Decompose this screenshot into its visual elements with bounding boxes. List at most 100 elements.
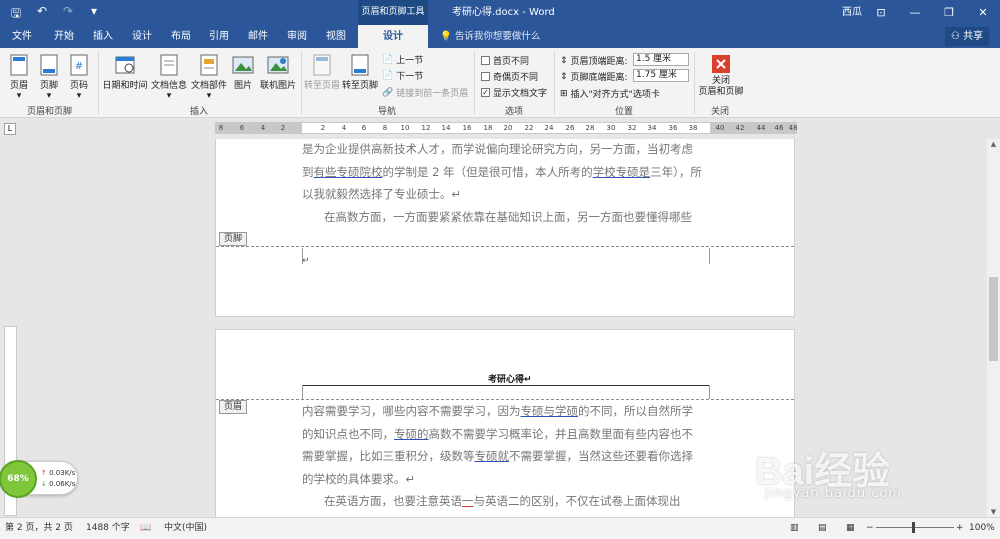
zoom-in-button[interactable]: + [956, 518, 964, 538]
network-speed-widget[interactable]: 68% ↑ 0.03K/s ↓ 0.06K/s [0, 460, 78, 498]
previous-section-button[interactable]: 📄 上一节 [382, 53, 423, 67]
next-section-button[interactable]: 📄 下一节 [382, 69, 423, 83]
link-to-previous-button[interactable]: 🔗 链接到前一条页眉 [382, 86, 468, 100]
undo-icon[interactable]: ↶ [34, 4, 50, 25]
show-document-text-checkbox[interactable]: ✓ 显示文档文字 [481, 86, 547, 99]
show-document-text-label: 显示文档文字 [493, 89, 548, 99]
close-window-button[interactable]: ✕ [966, 0, 1000, 25]
group-separator [554, 52, 555, 114]
tab-references[interactable]: 引用 [209, 25, 229, 48]
zoom-slider-track[interactable] [876, 527, 954, 528]
tab-selector[interactable]: L [4, 123, 16, 135]
share-label: 共享 [963, 31, 984, 42]
document-parts-button[interactable]: 文档部件 ▾ [190, 54, 228, 101]
alignment-tab-icon: ⊞ [560, 88, 568, 99]
zoom-level[interactable]: 100% [969, 518, 995, 538]
page-number-icon: # [70, 54, 88, 76]
ruler-number: 20 [503, 124, 513, 132]
svg-text:#: # [75, 61, 83, 72]
ribbon-display-options-icon[interactable]: ⊡ [864, 0, 898, 25]
page-1[interactable]: 是为企业提供高新技术人才，而学说偏向理论研究方向，另一方面，当初考虑 到有些专硕… [215, 139, 795, 317]
ruler-number: 4 [260, 124, 266, 132]
different-odd-even-checkbox[interactable]: 奇偶页不同 [481, 70, 538, 83]
group-separator [98, 52, 99, 114]
redo-icon[interactable]: ↷ [60, 4, 76, 25]
minimize-button[interactable]: — [898, 0, 932, 25]
ribbon-tabs: 文件 开始 插入 设计 布局 引用 邮件 审阅 视图 设计 💡 告诉我你想要做什… [0, 25, 1000, 48]
tab-file[interactable]: 文件 [12, 25, 32, 48]
page-count[interactable]: 第 2 页，共 2 页 [5, 518, 73, 538]
user-name[interactable]: 西瓜 [842, 0, 862, 25]
header-tag: 页眉 [219, 400, 248, 414]
goto-header-button[interactable]: 转至页眉 [304, 54, 340, 91]
horizontal-ruler[interactable]: 8 6 4 2 2 4 6 8 10 12 14 16 18 20 22 24 … [215, 122, 797, 134]
tab-insert[interactable]: 插入 [93, 25, 113, 48]
page2-body[interactable]: 内容需要学习，哪些内容不需要学习，因为专硕与学硕的不同，所以自然所学 的知识点也… [302, 400, 708, 513]
checkbox-checked: ✓ [481, 88, 490, 97]
footer-bottom-input[interactable]: 1.75 厘米 [633, 69, 689, 82]
picture-button[interactable]: 图片 [230, 54, 256, 91]
web-layout-icon[interactable]: ▦ [846, 518, 855, 538]
customize-qat-icon[interactable]: ▾ [86, 4, 102, 25]
dropdown-arrow-icon: ▾ [46, 91, 52, 101]
tab-design[interactable]: 设计 [132, 25, 152, 48]
header-top-input[interactable]: 1.5 厘米 [633, 53, 689, 66]
close-header-footer-label: 关闭 页眉和页脚 [698, 76, 744, 97]
upload-speed-value: 0.03K/s [49, 469, 76, 477]
header-button[interactable]: 页眉 ▾ [5, 54, 33, 101]
tab-review[interactable]: 审阅 [287, 25, 307, 48]
tab-home[interactable]: 开始 [54, 25, 74, 48]
page1-body[interactable]: 是为企业提供高新技术人才，而学说偏向理论研究方向，另一方面，当初考虑 到有些专硕… [302, 139, 708, 228]
header-title[interactable]: 考研心得↵ [488, 372, 532, 385]
upload-arrow-icon: ↑ [41, 469, 47, 477]
zoom-slider-thumb[interactable] [912, 522, 915, 533]
close-header-footer-button[interactable]: 关闭 页眉和页脚 [697, 54, 745, 98]
scroll-down-icon[interactable]: ▼ [987, 508, 1000, 516]
scrollbar-thumb[interactable] [989, 277, 998, 361]
online-picture-icon [267, 56, 289, 74]
footer-button[interactable]: 页脚 ▾ [35, 54, 63, 101]
page-number-button[interactable]: # 页码 ▾ [65, 54, 93, 101]
footer-label: 页脚 [39, 81, 58, 91]
share-button[interactable]: ⚇ 共享 [945, 27, 989, 46]
text-run: 高数不需要学习概率论，并且高数里面有些内容也不 [428, 426, 694, 441]
title-bar: 🖫 ↶ ↷ ▾ 页眉和页脚工具 考研心得.docx - Word 西瓜 ⊡ — … [0, 0, 1000, 25]
date-time-button[interactable]: 日期和时间 [102, 54, 148, 91]
picture-icon [232, 56, 254, 74]
tab-mailings[interactable]: 邮件 [248, 25, 268, 48]
tell-me-search[interactable]: 💡 告诉我你想要做什么 [440, 25, 540, 48]
restore-button[interactable]: ❐ [932, 0, 966, 25]
group-label-header-footer: 页眉和页脚 [27, 107, 73, 117]
header-left-corner [302, 385, 303, 399]
zoom-out-button[interactable]: − [866, 518, 874, 538]
page-2[interactable]: 考研心得↵ 页眉 内容需要学习，哪些内容不需要学习，因为专硕与学硕的不同，所以自… [215, 329, 795, 517]
scroll-up-icon[interactable]: ▲ [987, 140, 1000, 148]
vertical-scrollbar[interactable]: ▲ ▼ [987, 139, 1000, 517]
footer-paragraph-mark[interactable]: ↵ [302, 256, 310, 266]
word-count[interactable]: 1488 个字 [86, 518, 130, 538]
header-right-corner [709, 385, 710, 399]
save-icon[interactable]: 🖫 [8, 4, 24, 25]
proofing-icon[interactable]: 📖 [140, 518, 151, 538]
checkbox-unchecked [481, 56, 490, 65]
ruler-number: 6 [239, 124, 245, 132]
group-separator [301, 52, 302, 114]
group-label-close: 关闭 [711, 107, 730, 117]
different-first-page-checkbox[interactable]: 首页不同 [481, 54, 529, 67]
text-run: 学校专硕是 [592, 164, 651, 179]
tab-view[interactable]: 视图 [326, 25, 346, 48]
document-info-button[interactable]: 文档信息 ▾ [150, 54, 188, 101]
online-picture-button[interactable]: 联机图片 [258, 54, 298, 91]
calendar-icon [115, 56, 135, 74]
tab-layout[interactable]: 布局 [171, 25, 191, 48]
ruler-number: 24 [544, 124, 554, 132]
language-indicator[interactable]: 中文(中国) [164, 518, 207, 538]
document-canvas[interactable]: 是为企业提供高新技术人才，而学说偏向理论研究方向，另一方面，当初考虑 到有些专硕… [0, 139, 1000, 517]
insert-alignment-tab-button[interactable]: ⊞ 插入"对齐方式"选项卡 [560, 87, 660, 101]
print-layout-icon[interactable]: ▤ [818, 518, 827, 538]
goto-footer-button[interactable]: 转至页脚 [342, 54, 378, 91]
header-top-distance: ⇕ 页眉顶端距离: [560, 54, 628, 68]
read-mode-icon[interactable]: ▥ [790, 518, 799, 538]
tab-hf-design[interactable]: 设计 [358, 25, 428, 48]
picture-label: 图片 [233, 81, 252, 91]
